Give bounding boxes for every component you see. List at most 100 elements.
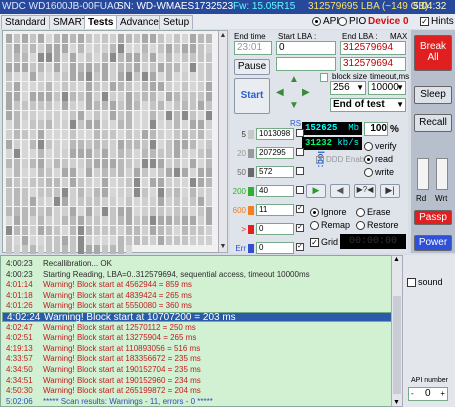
step-back-icon[interactable]: ◀ <box>330 184 350 198</box>
rs-button[interactable]: RS <box>290 119 301 128</box>
arrow-up-icon[interactable]: ▲ <box>289 74 299 85</box>
log-checkbox[interactable] <box>296 148 304 156</box>
block-size-select[interactable]: 256 ▼ <box>330 81 366 95</box>
log-line[interactable]: 4:01:18 Warning! Block start at 4839424 =… <box>2 291 392 301</box>
block-cell <box>110 206 116 216</box>
api-number-input[interactable]: - 0 + <box>408 387 448 401</box>
grid-checkbox[interactable]: ✓ Grid <box>310 237 338 247</box>
skip-icon[interactable]: ▶?◀ <box>354 184 376 198</box>
start-lba-input[interactable]: 0 <box>276 41 336 55</box>
passp-button[interactable]: Passp <box>414 210 452 225</box>
block-cell <box>94 110 100 120</box>
scroll-down-icon[interactable]: ▼ <box>393 399 400 406</box>
lba-position-input[interactable]: 312579694 <box>340 57 406 71</box>
power-button[interactable]: Power <box>414 235 452 251</box>
arrow-down-icon[interactable]: ▼ <box>289 100 299 111</box>
ddd-checkbox[interactable]: DDD Enable <box>316 155 370 164</box>
hints-checkbox[interactable]: ✓ Hints <box>420 16 454 27</box>
block-cell <box>158 206 164 216</box>
break-all-button[interactable]: Break All <box>414 35 452 71</box>
block-cell <box>174 110 180 120</box>
block-cell <box>78 82 84 91</box>
mb-unit: Mb <box>348 123 359 133</box>
sound-checkbox[interactable]: sound <box>407 277 443 287</box>
log-line[interactable]: 4:34:51 Warning! Block start at 190152960… <box>2 376 392 386</box>
log-checkbox[interactable]: ✓ <box>296 224 304 232</box>
write-radio[interactable]: write <box>364 167 394 177</box>
block-cell <box>118 226 124 235</box>
log-line[interactable]: 4:00:23 Recallibration... OK <box>2 259 392 269</box>
scroll-up-icon[interactable]: ▲ <box>219 31 227 41</box>
verify-radio[interactable]: verify <box>364 141 397 151</box>
block-cell <box>46 187 52 197</box>
api-radio[interactable]: API <box>312 16 339 27</box>
block-cell <box>46 43 52 53</box>
recall-button[interactable]: Recall <box>414 114 452 132</box>
block-cell <box>190 34 196 43</box>
arrow-left-icon[interactable]: ◀ <box>276 87 284 98</box>
checkbox-small[interactable] <box>320 73 328 82</box>
block-cell <box>62 43 68 53</box>
block-cell <box>54 91 60 101</box>
map-scrollbar[interactable]: ▲ ▼ <box>218 30 228 253</box>
end-time-input[interactable]: 23:01 <box>234 41 272 55</box>
log-line[interactable]: 4:01:26 Warning! Block start at 5550080 =… <box>2 301 392 311</box>
tab-setup[interactable]: Setup <box>159 15 194 29</box>
block-cell <box>134 187 140 197</box>
block-cell <box>78 130 84 139</box>
block-cell <box>206 178 212 187</box>
read-radio[interactable]: read <box>364 154 393 164</box>
ignore-radio[interactable]: Ignore <box>310 207 347 217</box>
block-cell <box>46 226 52 235</box>
log-scrollbar[interactable]: ▲ ▼ <box>391 255 403 407</box>
block-cell <box>166 235 172 245</box>
block-cell <box>94 235 100 245</box>
log-line[interactable]: 4:01:14 Warning! Block start at 4562944 =… <box>2 280 392 290</box>
erase-radio[interactable]: Erase <box>356 207 391 217</box>
scroll-up-icon[interactable]: ▲ <box>393 256 400 263</box>
log-line[interactable]: 4:02:24 Warning! Block start at 10707200 … <box>2 312 392 323</box>
tab-tests[interactable]: Tests <box>84 15 118 29</box>
scroll-down-icon[interactable]: ▼ <box>219 242 227 252</box>
log-checkbox[interactable] <box>296 186 304 194</box>
plus-icon[interactable]: + <box>440 388 445 400</box>
block-cell <box>70 235 76 245</box>
block-cell <box>30 206 36 216</box>
remap-radio[interactable]: Remap <box>310 220 350 230</box>
log-line[interactable]: 4:02:47 Warning! Block start at 12570112 … <box>2 323 392 333</box>
current-lba-input[interactable] <box>276 57 336 71</box>
log-line[interactable]: 4:19:13 Warning! Block start at 110893056… <box>2 344 392 354</box>
log-checkbox[interactable]: ✓ <box>296 243 304 251</box>
log-line[interactable]: 4:34:50 Warning! Block start at 190152704… <box>2 365 392 375</box>
restore-radio[interactable]: Restore <box>356 220 399 230</box>
count-threshold: 200 <box>232 187 246 196</box>
start-button[interactable]: Start <box>234 78 270 114</box>
scroll-thumb[interactable] <box>393 296 401 394</box>
timeout-select[interactable]: 10000 ▼ <box>368 81 406 95</box>
log-line[interactable]: 4:50:30 Warning! Block start at 265199872… <box>2 386 392 396</box>
log-line[interactable]: 4:33:57 Warning! Block start at 183356672… <box>2 354 392 364</box>
block-cell <box>102 130 108 139</box>
pio-radio[interactable]: PIO <box>338 16 366 27</box>
end-lba-input[interactable]: 312579694 <box>340 41 406 55</box>
block-cell <box>14 62 20 72</box>
tab-standard[interactable]: Standard <box>1 15 50 29</box>
pause-button[interactable]: Pause <box>234 59 270 75</box>
log-line[interactable]: 4:02:51 Warning! Block start at 13275904 … <box>2 333 392 343</box>
log-panel[interactable]: 4:00:23 Recallibration... OK 4:00:23 Starti… <box>0 255 403 407</box>
play-icon[interactable]: ▶ <box>306 184 326 198</box>
log-checkbox[interactable]: ✓ <box>296 205 304 213</box>
log-checkbox[interactable] <box>296 167 304 175</box>
block-cell <box>94 226 100 235</box>
log-checkbox[interactable] <box>296 129 304 137</box>
arrow-right-icon[interactable]: ▶ <box>302 87 310 98</box>
log-line[interactable]: 5:02:06 ***** Scan results: Warnings - 11… <box>2 397 392 407</box>
end-action-select[interactable]: End of test ▼ <box>330 98 406 112</box>
sleep-button[interactable]: Sleep <box>414 86 452 104</box>
log-line[interactable]: 4:00:23 Starting Reading, LBA=0..31257969… <box>2 270 392 280</box>
block-cell <box>70 226 76 235</box>
minus-icon[interactable]: - <box>411 388 414 400</box>
end-lba-label: End LBA : <box>342 32 378 41</box>
end-lba-max[interactable]: MAX <box>390 32 407 41</box>
skip-end-icon[interactable]: ▶| <box>380 184 400 198</box>
